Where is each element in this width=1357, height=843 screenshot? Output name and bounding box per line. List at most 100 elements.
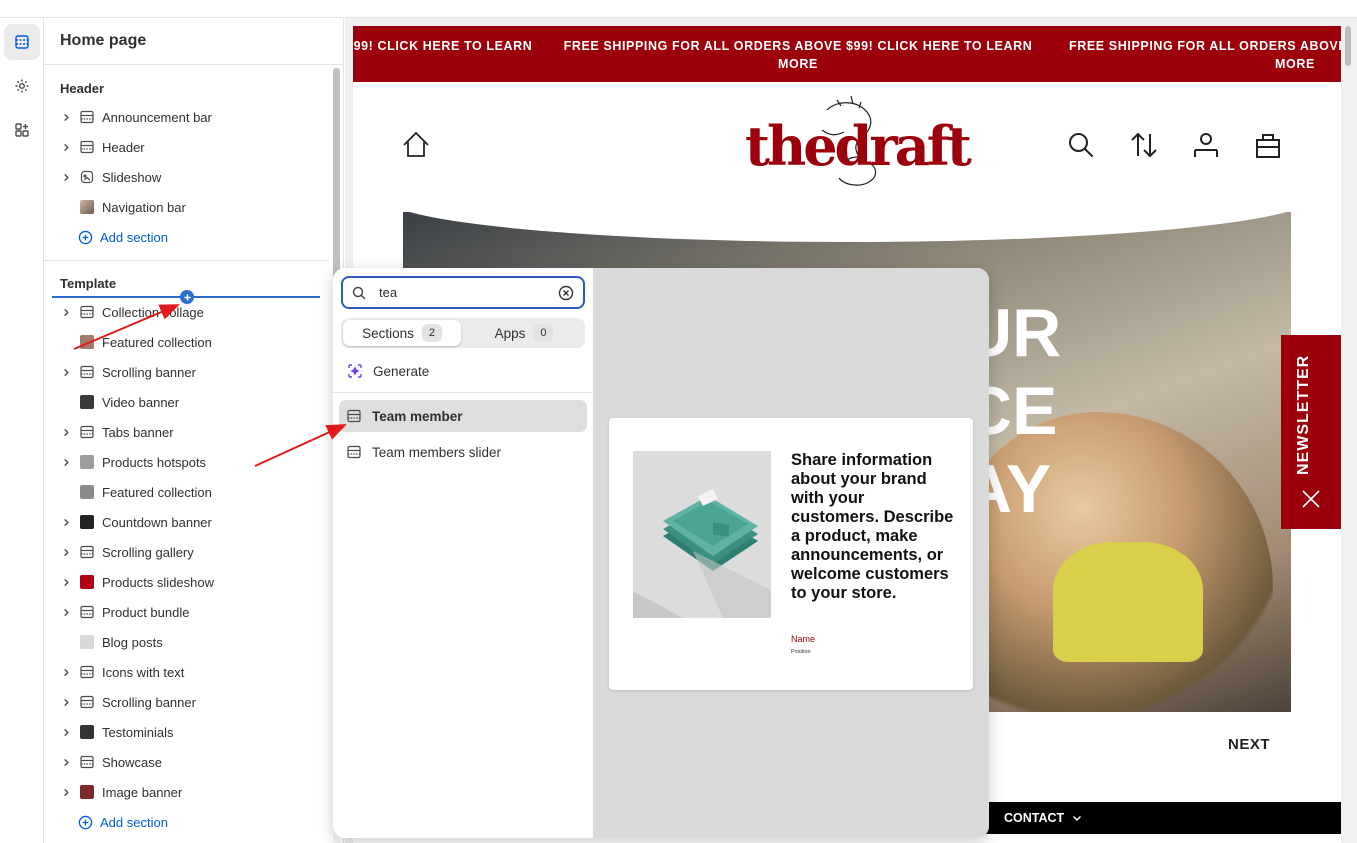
chevron-right-icon[interactable]	[60, 756, 72, 768]
section-picker: Sections 2 Apps 0 Generate Team member T…	[333, 268, 989, 838]
top-strip	[0, 0, 1357, 18]
section-label: Slideshow	[102, 169, 162, 185]
section-header[interactable]: Header	[60, 133, 330, 161]
tab-sections[interactable]: Sections 2	[343, 320, 461, 346]
announcement-bar[interactable]: 99! CLICK HERE TO LEARN FREE SHIPPING FO…	[353, 26, 1341, 82]
chevron-right-icon[interactable]	[60, 516, 72, 528]
template-section-item[interactable]: Products slideshow	[60, 568, 330, 596]
chevron-right-icon[interactable]	[60, 141, 72, 153]
cart-icon[interactable]	[1253, 130, 1283, 160]
result-label: Team member	[372, 408, 463, 424]
preview-scrollbar[interactable]	[1345, 26, 1351, 66]
chevron-right-icon[interactable]	[60, 606, 72, 618]
section-label: Navigation bar	[102, 199, 186, 215]
template-section-item[interactable]: Testominials	[60, 718, 330, 746]
store-header: thedraft	[353, 82, 1341, 212]
template-section-item[interactable]: Featured collection	[60, 328, 330, 356]
account-icon[interactable]	[1191, 130, 1221, 160]
chevron-right-icon[interactable]	[60, 696, 72, 708]
chevron-right-icon[interactable]	[60, 306, 72, 318]
template-section-item[interactable]: Scrolling banner	[60, 688, 330, 716]
section-icon	[80, 755, 94, 769]
nav-contact-label: CONTACT	[1004, 811, 1065, 825]
chevron-right-icon[interactable]	[60, 426, 72, 438]
section-thumbnail	[80, 455, 94, 469]
store-logo[interactable]: thedraft	[745, 95, 972, 186]
section-navigation-bar[interactable]: Navigation bar	[60, 193, 330, 221]
search-field[interactable]	[341, 276, 585, 309]
search-icon[interactable]	[1066, 130, 1096, 160]
template-section-item[interactable]: Product bundle	[60, 598, 330, 626]
announcement-text[interactable]: 99! CLICK HERE TO LEARN	[353, 37, 533, 55]
announcement-text[interactable]: FREE SHIPPING FOR ALL ORDERS ABOVE $99! …	[558, 37, 1038, 73]
section-label: Featured collection	[102, 484, 212, 500]
section-label: Blog posts	[102, 634, 163, 650]
announcement-text[interactable]: FREE SHIPPING FOR ALL ORDERS ABOVE MORE	[1069, 37, 1341, 73]
section-label: Showcase	[102, 754, 162, 770]
section-thumbnail	[80, 725, 94, 739]
template-section-item[interactable]: Scrolling banner	[60, 358, 330, 386]
nav-contact[interactable]: CONTACT	[1004, 811, 1082, 825]
template-section-item[interactable]: Video banner	[60, 388, 330, 416]
section-thumbnail	[80, 200, 94, 214]
gear-icon[interactable]	[4, 68, 40, 104]
template-section-item[interactable]: Blog posts	[60, 628, 330, 656]
section-label: Products slideshow	[102, 574, 214, 590]
template-section-item[interactable]: Scrolling gallery	[60, 538, 330, 566]
chevron-right-icon[interactable]	[60, 171, 72, 183]
sections-icon[interactable]	[4, 24, 40, 60]
result-team-members-slider[interactable]: Team members slider	[339, 436, 587, 468]
clear-search-icon[interactable]	[558, 285, 574, 301]
template-section-item[interactable]: Tabs banner	[60, 418, 330, 446]
section-thumbnail	[80, 575, 94, 589]
result-team-member[interactable]: Team member	[339, 400, 587, 432]
template-section-item[interactable]: Showcase	[60, 748, 330, 776]
section-thumbnail	[80, 485, 94, 499]
tab-apps[interactable]: Apps 0	[465, 320, 583, 346]
template-section-item[interactable]: Image banner	[60, 778, 330, 806]
search-icon	[352, 286, 366, 300]
generate-button[interactable]: Generate	[347, 360, 429, 382]
divider	[44, 64, 344, 65]
section-icon	[80, 110, 94, 124]
section-icon	[80, 545, 94, 559]
picker-preview-pane: Share information about your brand with …	[593, 268, 989, 838]
section-label: Scrolling gallery	[102, 544, 194, 560]
section-label: Tabs banner	[102, 424, 174, 440]
preview-description: Share information about your brand with …	[791, 451, 954, 602]
chevron-right-icon[interactable]	[60, 111, 72, 123]
next-slide-button[interactable]: NEXT	[1228, 736, 1270, 753]
home-icon[interactable]	[401, 130, 431, 160]
chevron-right-icon[interactable]	[60, 576, 72, 588]
section-label: Scrolling banner	[102, 694, 196, 710]
search-input[interactable]	[379, 285, 539, 300]
template-section-item[interactable]: Collection collage	[60, 298, 330, 326]
close-icon[interactable]	[1301, 489, 1321, 509]
header-group-label: Header	[60, 81, 105, 96]
newsletter-label: NEWSLETTER	[1295, 354, 1312, 475]
section-label: Announcement bar	[102, 109, 212, 125]
chevron-right-icon[interactable]	[60, 456, 72, 468]
chevron-right-icon[interactable]	[60, 786, 72, 798]
divider	[333, 392, 593, 393]
chevron-right-icon[interactable]	[60, 546, 72, 558]
section-announcement-bar[interactable]: Announcement bar	[60, 103, 330, 131]
apps-icon[interactable]	[4, 112, 40, 148]
add-section-button[interactable]: Add section	[78, 223, 168, 251]
template-section-item[interactable]: Icons with text	[60, 658, 330, 686]
chevron-right-icon[interactable]	[60, 666, 72, 678]
section-slideshow[interactable]: Slideshow	[60, 163, 330, 191]
chevron-right-icon[interactable]	[60, 726, 72, 738]
template-section-item[interactable]: Countdown banner	[60, 508, 330, 536]
chevron-right-icon[interactable]	[60, 366, 72, 378]
page-title: Home page	[60, 32, 147, 49]
editor-rail	[0, 18, 44, 843]
add-section-button[interactable]: Add section	[78, 808, 168, 836]
template-section-item[interactable]: Featured collection	[60, 478, 330, 506]
preview-position: Position	[791, 649, 811, 655]
section-label: Featured collection	[102, 334, 212, 350]
sort-icon[interactable]	[1129, 130, 1159, 160]
template-section-item[interactable]: Products hotspots	[60, 448, 330, 476]
section-icon	[80, 365, 94, 379]
newsletter-tab[interactable]: NEWSLETTER	[1281, 335, 1341, 529]
